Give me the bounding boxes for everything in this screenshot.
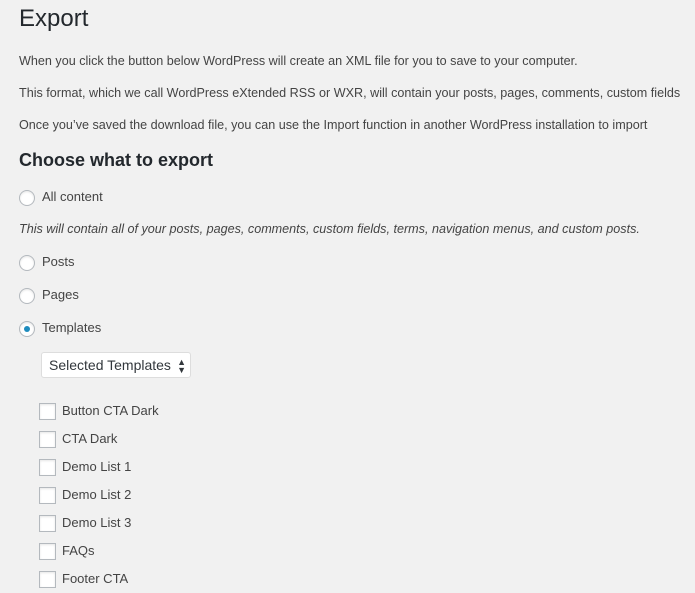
template-select[interactable]: Selected Templates ▲ ▼ <box>41 352 191 378</box>
intro-text-3: Once you’ve saved the download file, you… <box>19 118 648 132</box>
checkbox[interactable] <box>39 543 56 560</box>
all-content-description: This will contain all of your posts, pag… <box>19 222 640 236</box>
intro-text-1: When you click the button below WordPres… <box>19 54 578 68</box>
choose-heading: Choose what to export <box>19 150 214 170</box>
checkbox[interactable] <box>39 459 56 476</box>
radio-button[interactable] <box>19 190 35 206</box>
radio-label[interactable]: All content <box>42 189 103 204</box>
checkbox-label[interactable]: Demo List 3 <box>62 515 131 530</box>
checkbox[interactable] <box>39 431 56 448</box>
page-title: Export <box>19 5 89 32</box>
radio-label[interactable]: Templates <box>42 320 101 335</box>
checkbox[interactable] <box>39 571 56 588</box>
radio-label[interactable]: Pages <box>42 287 79 302</box>
radio-button[interactable] <box>19 255 35 271</box>
checkbox-label[interactable]: FAQs <box>62 543 95 558</box>
checkbox-label[interactable]: Button CTA Dark <box>62 403 159 418</box>
intro-text-2: This format, which we call WordPress eXt… <box>19 86 681 100</box>
checkbox-label[interactable]: Demo List 1 <box>62 459 131 474</box>
checkbox-label[interactable]: CTA Dark <box>62 431 117 446</box>
radio-button[interactable] <box>19 321 35 337</box>
checkbox[interactable] <box>39 515 56 532</box>
checkbox-label[interactable]: Demo List 2 <box>62 487 131 502</box>
up-down-arrows-icon: ▲ ▼ <box>177 357 186 375</box>
checkbox[interactable] <box>39 403 56 420</box>
select-value: Selected Templates <box>49 357 171 373</box>
radio-label[interactable]: Posts <box>42 254 75 269</box>
checkbox[interactable] <box>39 487 56 504</box>
checkbox-label[interactable]: Footer CTA <box>62 571 128 586</box>
radio-button[interactable] <box>19 288 35 304</box>
